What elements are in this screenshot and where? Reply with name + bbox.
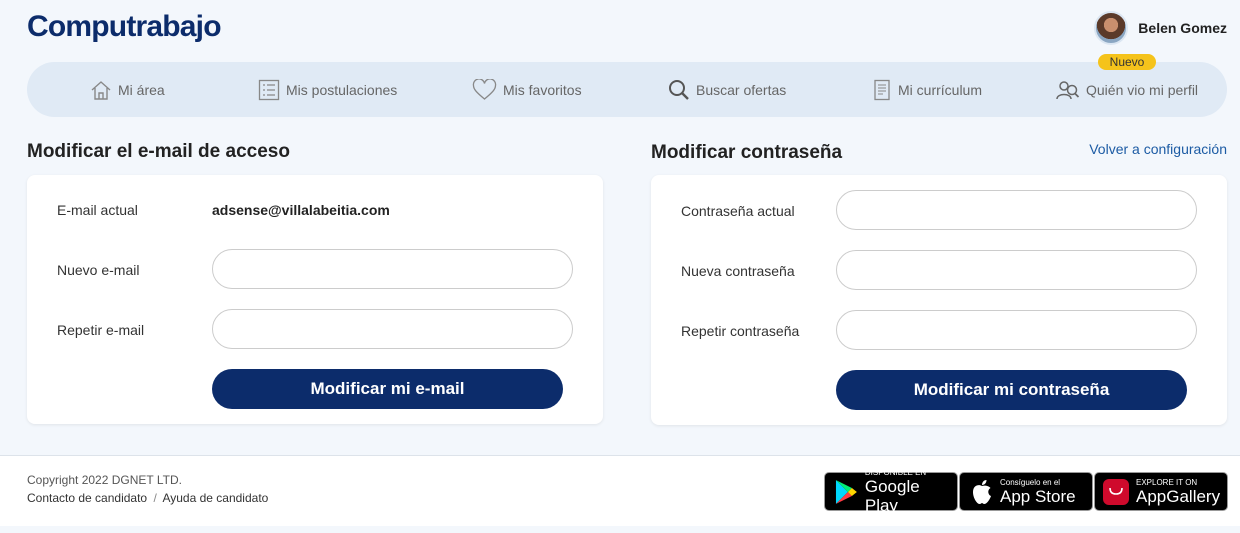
google-play-badge[interactable]: DISPONIBLE EN Google Play [824,468,958,515]
document-icon [874,79,890,100]
google-play-icon [835,479,857,504]
nav-label: Mis postulaciones [286,81,398,98]
email-section-title: Modificar el e-mail de acceso [27,141,290,162]
nav-item-quien-vio-mi-perfil[interactable]: Quién vio mi perfil [1056,62,1198,117]
nav-label: Mis favoritos [503,81,582,98]
app-gallery-badge[interactable]: EXPLORE IT ON AppGallery [1094,472,1228,511]
user-name[interactable]: Belen Gomez [1138,20,1227,36]
user-search-icon [1056,80,1080,99]
footer: Copyright 2022 DGNET LTD. Contacto de ca… [0,455,1240,526]
current-password-field[interactable] [836,190,1197,230]
modify-email-button[interactable]: Modificar mi e-mail [212,369,563,409]
main-nav: Mi área Mis postulaciones Mis favoritos … [27,62,1227,117]
new-email-field[interactable] [212,249,573,289]
avatar[interactable] [1094,11,1129,45]
store-small-text: EXPLORE IT ON [1136,477,1198,487]
nav-item-mis-favoritos[interactable]: Mis favoritos [472,62,582,117]
store-big-text: AppGallery [1136,486,1221,506]
home-icon [91,80,111,100]
logo[interactable]: Computrabajo [27,10,222,44]
password-card: Contraseña actual Nueva contraseña Repet… [651,175,1227,425]
nav-label: Quién vio mi perfil [1086,81,1199,98]
repeat-password-field[interactable] [836,310,1197,350]
nav-item-mi-curriculum[interactable]: Mi currículum [872,62,982,117]
nav-item-mi-area[interactable]: Mi área [90,62,165,117]
current-email-value: adsense@villalabeitia.com [212,202,390,218]
password-section-title: Modificar contraseña [651,142,843,163]
huawei-icon [1103,478,1129,505]
list-icon [258,79,280,100]
store-small-text: DISPONIBLE EN [864,468,927,477]
footer-links: Contacto de candidato / Ayuda de candida… [27,491,268,505]
repeat-email-field[interactable] [212,309,573,349]
user-menu[interactable]: Belen Gomez [1094,11,1227,45]
heart-icon [472,78,497,100]
search-icon [669,79,689,100]
store-big-text: App Store [1000,486,1076,506]
help-link[interactable]: Ayuda de candidato [162,491,268,505]
nav-item-mis-postulaciones[interactable]: Mis postulaciones [258,62,397,117]
new-email-label: Nuevo e-mail [57,262,140,278]
apple-icon [973,479,991,504]
repeat-password-label: Repetir contraseña [681,323,800,339]
nav-label: Mi área [118,81,165,98]
store-big-text: Google Play [864,477,920,515]
nav-label: Buscar ofertas [696,81,787,98]
new-badge: Nuevo [1098,54,1156,70]
email-card: E-mail actual adsense@villalabeitia.com … [27,175,603,424]
contact-link[interactable]: Contacto de candidato [27,491,147,505]
new-password-field[interactable] [836,250,1197,290]
copyright: Copyright 2022 DGNET LTD. [27,473,182,487]
modify-password-button[interactable]: Modificar mi contraseña [836,370,1187,410]
repeat-email-label: Repetir e-mail [57,322,145,338]
current-password-label: Contraseña actual [681,203,795,219]
nav-item-buscar-ofertas[interactable]: Buscar ofertas [668,62,786,117]
new-password-label: Nueva contraseña [681,263,795,279]
link-separator: / [153,491,157,505]
app-store-badge[interactable]: Consíguelo en el App Store [959,472,1093,511]
store-small-text: Consíguelo en el [1000,477,1061,487]
nav-label: Mi currículum [898,81,983,98]
current-email-label: E-mail actual [57,202,138,218]
back-to-settings-link[interactable]: Volver a configuración [1089,141,1227,157]
